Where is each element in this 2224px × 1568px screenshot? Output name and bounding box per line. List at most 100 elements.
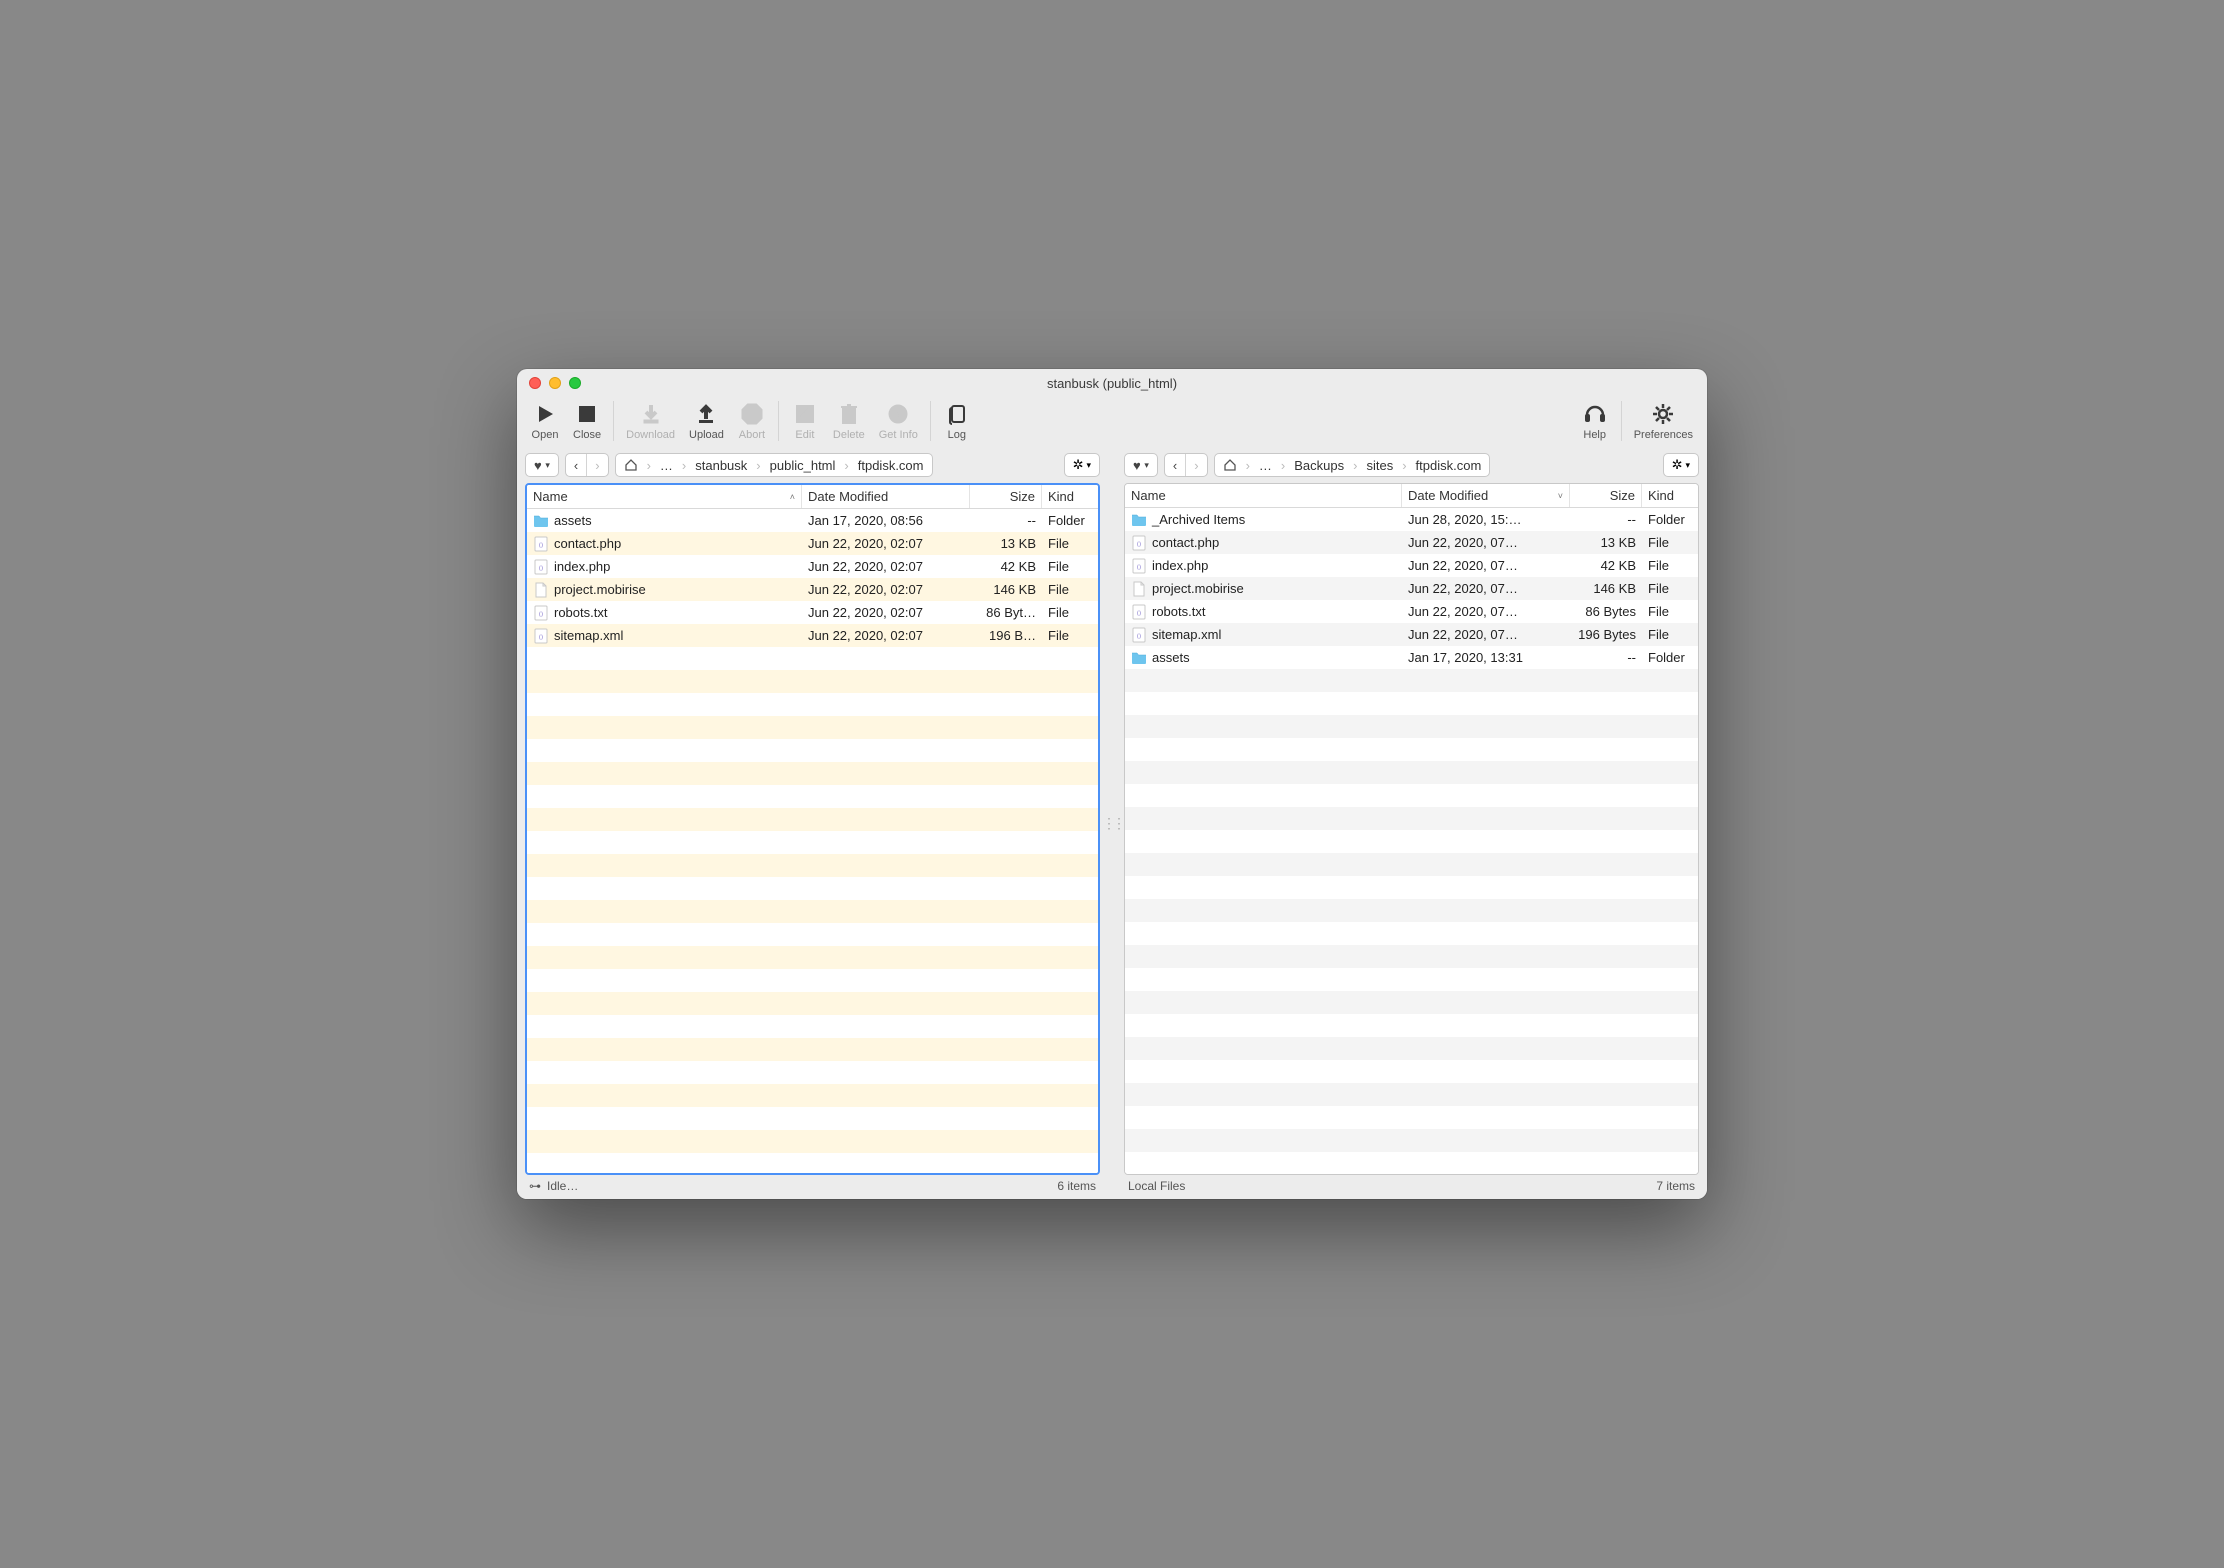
nav-back-button[interactable]: ‹ — [1165, 454, 1185, 476]
heart-icon: ♥ — [534, 458, 542, 473]
remote-actions-button[interactable]: ✲▾ — [1064, 453, 1100, 477]
table-row[interactable]: ⟨⟩robots.txtJun 22, 2020, 02:0786 Byt…Fi… — [527, 601, 1098, 624]
local-breadcrumb[interactable]: › …› Backups› sites› ftpdisk.com — [1214, 453, 1491, 477]
home-icon[interactable] — [616, 454, 646, 476]
table-row[interactable]: _Archived ItemsJun 28, 2020, 15:…--Folde… — [1125, 508, 1698, 531]
file-date: Jun 22, 2020, 02:07 — [802, 582, 970, 597]
table-row[interactable]: ⟨⟩index.phpJun 22, 2020, 02:0742 KBFile — [527, 555, 1098, 578]
svg-text:⟨⟩: ⟨⟩ — [539, 611, 544, 618]
chevron-right-icon: › — [595, 458, 599, 473]
download-button[interactable]: Download — [626, 401, 675, 441]
crumb-ftpdisk[interactable]: ftpdisk.com — [850, 454, 932, 476]
upload-button[interactable]: Upload — [689, 401, 724, 441]
table-row[interactable]: project.mobiriseJun 22, 2020, 07…146 KBF… — [1125, 577, 1698, 600]
file-size: -- — [970, 513, 1042, 528]
local-actions-button[interactable]: ✲▾ — [1663, 453, 1699, 477]
log-button[interactable]: Log — [943, 401, 971, 441]
file-size: 146 KB — [970, 582, 1042, 597]
column-date[interactable]: Date Modified˅ — [1402, 484, 1570, 507]
php-icon: ⟨⟩ — [533, 605, 549, 621]
favorites-button[interactable]: ♥ ▾ — [526, 454, 558, 476]
table-row[interactable]: ⟨⟩robots.txtJun 22, 2020, 07…86 BytesFil… — [1125, 600, 1698, 623]
file-size: 42 KB — [1570, 558, 1642, 573]
file-date: Jan 17, 2020, 08:56 — [802, 513, 970, 528]
local-count: 7 items — [1656, 1179, 1695, 1193]
log-icon — [943, 401, 971, 427]
close-button[interactable]: Close — [573, 401, 601, 441]
nav-forward-button[interactable]: › — [586, 454, 607, 476]
file-size: 13 KB — [970, 536, 1042, 551]
favorites-button[interactable]: ♥ ▾ — [1125, 454, 1157, 476]
crumb-ftpdisk[interactable]: ftpdisk.com — [1408, 454, 1490, 476]
file-kind: File — [1642, 581, 1698, 596]
svg-text:⟨⟩: ⟨⟩ — [1137, 633, 1142, 640]
table-row[interactable]: ⟨⟩index.phpJun 22, 2020, 07…42 KBFile — [1125, 554, 1698, 577]
trash-icon — [835, 401, 863, 427]
local-pane: ♥ ▾ ‹ › › …› Backups› sites› ftpdisk.com… — [1116, 447, 1707, 1199]
file-date: Jan 17, 2020, 13:31 — [1402, 650, 1570, 665]
php-icon: ⟨⟩ — [1131, 604, 1147, 620]
pane-splitter[interactable] — [1108, 447, 1116, 1199]
local-file-list[interactable]: Name Date Modified˅ Size Kind _Archived … — [1124, 483, 1699, 1175]
upload-icon — [692, 401, 720, 427]
file-name: _Archived Items — [1152, 512, 1245, 527]
table-row[interactable]: assetsJan 17, 2020, 08:56--Folder — [527, 509, 1098, 532]
delete-label: Delete — [833, 429, 865, 441]
file-name: project.mobirise — [554, 582, 646, 597]
getinfo-button[interactable]: i Get Info — [879, 401, 918, 441]
table-row[interactable]: assetsJan 17, 2020, 13:31--Folder — [1125, 646, 1698, 669]
svg-text:⟨⟩: ⟨⟩ — [1137, 610, 1142, 617]
php-icon: ⟨⟩ — [1131, 627, 1147, 643]
crumb-ellipsis[interactable]: … — [1251, 454, 1280, 476]
file-kind: File — [1642, 535, 1698, 550]
file-size: -- — [1570, 512, 1642, 527]
column-kind[interactable]: Kind — [1042, 485, 1098, 508]
abort-icon — [738, 401, 766, 427]
file-date: Jun 22, 2020, 07… — [1402, 535, 1570, 550]
crumb-backups[interactable]: Backups — [1286, 454, 1352, 476]
column-name[interactable]: Name — [1125, 484, 1402, 507]
window-title: stanbusk (public_html) — [517, 376, 1707, 391]
download-icon — [637, 401, 665, 427]
preferences-button[interactable]: Preferences — [1634, 401, 1693, 441]
open-button[interactable]: Open — [531, 401, 559, 441]
column-kind[interactable]: Kind — [1642, 484, 1698, 507]
file-name: index.php — [554, 559, 610, 574]
delete-button[interactable]: Delete — [833, 401, 865, 441]
remote-file-list[interactable]: Name˄ Date Modified Size Kind assetsJan … — [525, 483, 1100, 1175]
column-date[interactable]: Date Modified — [802, 485, 970, 508]
remote-status: Idle… — [547, 1179, 578, 1193]
remote-breadcrumb[interactable]: › …› stanbusk› public_html› ftpdisk.com — [615, 453, 933, 477]
abort-button[interactable]: Abort — [738, 401, 766, 441]
nav-back-button[interactable]: ‹ — [566, 454, 586, 476]
nav-forward-button[interactable]: › — [1185, 454, 1206, 476]
folder-icon — [1131, 512, 1147, 528]
table-row[interactable]: ⟨⟩sitemap.xmlJun 22, 2020, 07…196 BytesF… — [1125, 623, 1698, 646]
file-icon — [1131, 581, 1147, 597]
crumb-stanbusk[interactable]: stanbusk — [687, 454, 755, 476]
edit-button[interactable]: Edit — [791, 401, 819, 441]
file-name: index.php — [1152, 558, 1208, 573]
gear-icon: ✲ — [1073, 457, 1084, 473]
table-row[interactable]: ⟨⟩sitemap.xmlJun 22, 2020, 02:07196 B…Fi… — [527, 624, 1098, 647]
php-icon: ⟨⟩ — [533, 628, 549, 644]
php-icon: ⟨⟩ — [1131, 558, 1147, 574]
file-kind: Folder — [1042, 513, 1098, 528]
table-row[interactable]: ⟨⟩contact.phpJun 22, 2020, 07…13 KBFile — [1125, 531, 1698, 554]
crumb-sites[interactable]: sites — [1358, 454, 1401, 476]
download-label: Download — [626, 429, 675, 441]
table-row[interactable]: ⟨⟩contact.phpJun 22, 2020, 02:0713 KBFil… — [527, 532, 1098, 555]
table-row[interactable]: project.mobirise Jun 22, 2020, 02:07146 K… — [527, 578, 1098, 601]
column-size[interactable]: Size — [1570, 484, 1642, 507]
remote-nav: ♥ ▾ ‹ › › …› stanbusk› public_html› ftpd… — [525, 453, 1100, 477]
file-date: Jun 22, 2020, 07… — [1402, 604, 1570, 619]
file-kind: File — [1642, 627, 1698, 642]
help-button[interactable]: Help — [1581, 401, 1609, 441]
home-icon[interactable] — [1215, 454, 1245, 476]
crumb-publichtml[interactable]: public_html — [762, 454, 844, 476]
crumb-ellipsis[interactable]: … — [652, 454, 681, 476]
chevron-right-icon: › — [1194, 458, 1198, 473]
column-size[interactable]: Size — [970, 485, 1042, 508]
local-status: Local Files — [1128, 1179, 1185, 1193]
column-name[interactable]: Name˄ — [527, 485, 802, 508]
